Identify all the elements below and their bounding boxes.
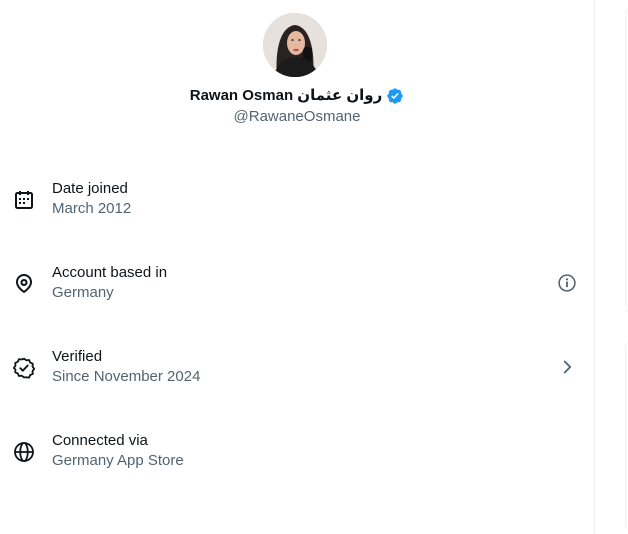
- row-title-date-joined: Date joined: [52, 180, 128, 197]
- calendar-icon: [12, 188, 36, 212]
- chevron-right-icon[interactable]: [556, 356, 578, 378]
- info-row-date-joined: Date joined March 2012: [0, 157, 594, 241]
- row-value-account-based-in: Germany: [52, 284, 114, 301]
- info-row-account-based-in: Account based in Germany: [0, 241, 594, 325]
- row-value-connected-via: Germany App Store: [52, 452, 184, 469]
- verified-badge-icon[interactable]: [386, 87, 404, 105]
- row-title-account-based-in: Account based in: [52, 264, 168, 281]
- row-title-connected-via: Connected via: [52, 432, 148, 449]
- row-title-verified: Verified: [52, 348, 103, 365]
- right-sidebar: [595, 0, 628, 534]
- about-account-page: Rawan Osman روان عثمان @RawaneOsmane Dat…: [0, 0, 628, 534]
- verified-check-icon: [12, 356, 36, 380]
- display-name[interactable]: Rawan Osman روان عثمان: [190, 86, 382, 106]
- info-row-verified[interactable]: Verified Since November 2024: [0, 325, 594, 409]
- user-handle[interactable]: @RawaneOsmane: [0, 107, 594, 127]
- row-value-date-joined: March 2012: [52, 200, 132, 217]
- info-row-connected-via: Connected via Germany App Store: [0, 409, 594, 493]
- display-name-row: Rawan Osman روان عثمان: [0, 86, 594, 106]
- row-value-verified: Since November 2024: [52, 368, 201, 385]
- globe-icon: [12, 440, 36, 464]
- main-column: Rawan Osman روان عثمان @RawaneOsmane Dat…: [0, 0, 595, 534]
- avatar[interactable]: [263, 13, 327, 77]
- location-pin-icon: [12, 272, 36, 296]
- info-icon[interactable]: [556, 272, 578, 294]
